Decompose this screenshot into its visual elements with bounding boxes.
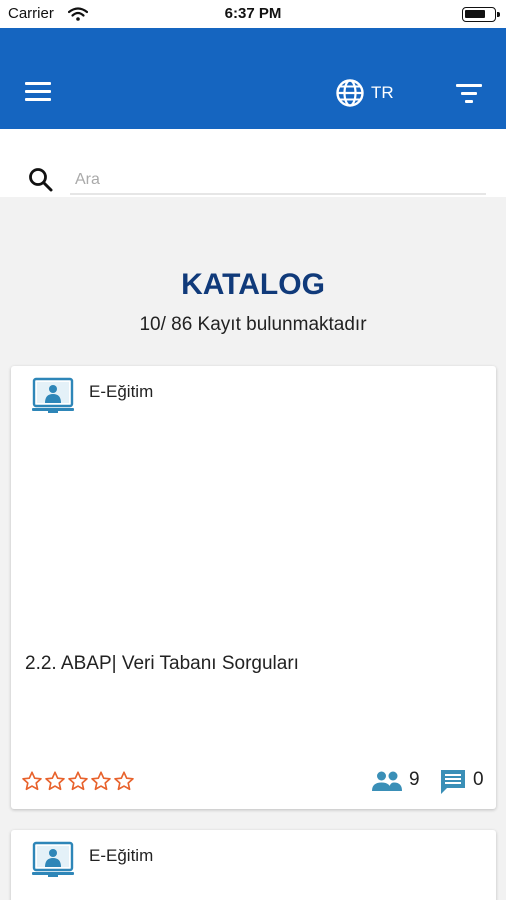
search-bar: [0, 129, 506, 197]
card-title: 2.2. ABAP| Veri Tabanı Sorguları: [25, 653, 299, 674]
battery-icon: [462, 7, 500, 22]
people-icon: [372, 771, 402, 791]
course-card[interactable]: E-Eğitim 2.2. ABAP| Veri Tabanı Sorgular…: [11, 366, 496, 809]
menu-icon[interactable]: [25, 82, 51, 102]
participant-count: 9: [409, 769, 420, 790]
app-bar: TR: [0, 28, 506, 129]
comment-count: 0: [473, 769, 484, 790]
star-icon[interactable]: [44, 770, 66, 792]
star-icon[interactable]: [90, 770, 112, 792]
globe-icon[interactable]: [335, 78, 365, 108]
search-input[interactable]: [70, 167, 486, 195]
search-icon: [29, 168, 53, 192]
status-time: 6:37 PM: [224, 5, 282, 22]
language-selector[interactable]: TR: [371, 83, 394, 103]
card-footer: 9 0: [11, 766, 496, 800]
record-count: 10/ 86 Kayıt bulunmaktadır: [139, 314, 367, 335]
filter-icon[interactable]: [456, 84, 482, 104]
star-icon[interactable]: [21, 770, 43, 792]
e-learning-icon: [32, 841, 74, 877]
status-bar: Carrier 6:37 PM: [0, 0, 506, 28]
star-icon[interactable]: [67, 770, 89, 792]
card-type-label: E-Eğitim: [89, 846, 154, 865]
card-type-label: E-Eğitim: [89, 382, 154, 401]
battery-fill: [465, 10, 485, 18]
comment-icon[interactable]: [439, 768, 467, 796]
e-learning-icon: [32, 377, 74, 413]
page-title: KATALOG: [181, 268, 325, 301]
course-card[interactable]: E-Eğitim: [11, 830, 496, 900]
star-icon[interactable]: [113, 770, 135, 792]
rating-stars: [21, 770, 135, 792]
